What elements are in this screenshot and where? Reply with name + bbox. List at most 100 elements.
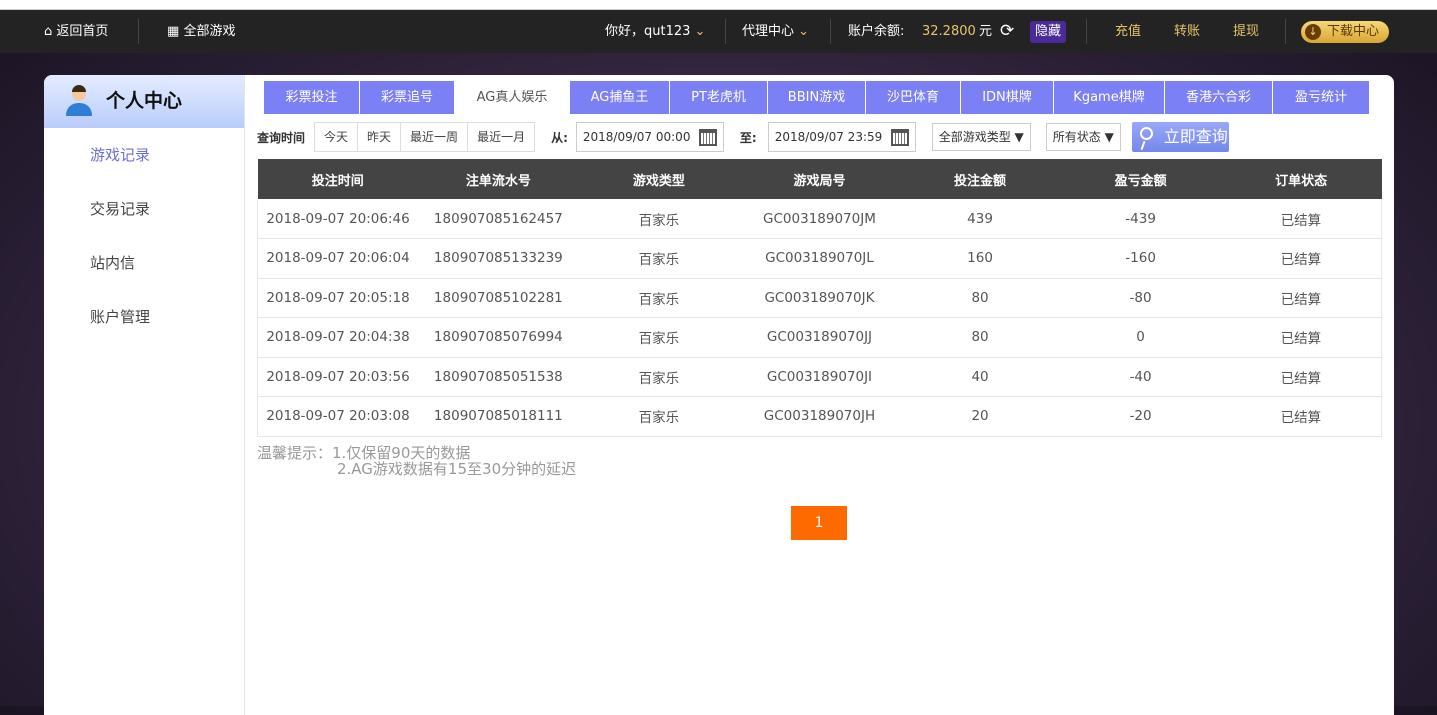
yesterday-button[interactable]: 昨天 xyxy=(357,122,402,152)
tip-line: 温馨提示：1.仅保留90天的数据 xyxy=(257,444,471,462)
column-header: 订单状态 xyxy=(1220,159,1382,199)
column-header: 盈亏金额 xyxy=(1060,159,1221,199)
game-tabs: 彩票投注 彩票追号 AG真人娱乐 AG捕鱼王 PT老虎机 BBIN游戏 沙巴体育… xyxy=(264,81,1370,114)
agent-menu[interactable]: 代理中心 ⌄ xyxy=(742,10,809,53)
column-header: 注单流水号 xyxy=(418,159,579,199)
tab-profit-stats[interactable]: 盈亏统计 xyxy=(1273,81,1369,114)
query-filter: 查询时间 今天 昨天 最近一周 最近一月 从: 2018/09/07 00:00… xyxy=(257,122,1229,152)
sidebar-item-game-records[interactable]: 游戏记录 xyxy=(44,128,244,182)
calendar-icon[interactable] xyxy=(698,129,717,146)
to-label: 至: xyxy=(739,130,757,145)
table-row: 2018-09-07 20:05:18 180907085102281 百家乐 GC0… xyxy=(257,278,1382,318)
tab-bbin[interactable]: BBIN游戏 xyxy=(768,81,865,114)
table-cell: GC003189070JI xyxy=(739,357,900,397)
table-cell: 20 xyxy=(899,396,1061,437)
table-cell: GC003189070JK xyxy=(739,278,900,318)
home-icon: ⌂ xyxy=(44,24,53,39)
download-center-button[interactable]: ↓ 下载中心 xyxy=(1301,21,1390,43)
search-icon xyxy=(1139,127,1153,140)
page-1-button[interactable]: 1 xyxy=(791,506,847,540)
last-week-button[interactable]: 最近一周 xyxy=(400,122,469,152)
today-button[interactable]: 今天 xyxy=(314,122,359,152)
table-cell: -20 xyxy=(1060,396,1221,437)
tab-lottery-bets[interactable]: 彩票投注 xyxy=(264,81,359,114)
tab-kgame-poker[interactable]: Kgame棋牌 xyxy=(1054,81,1164,114)
status-select[interactable]: 所有状态 ▼ xyxy=(1045,123,1121,151)
all-games-link[interactable]: ▦ 全部游戏 xyxy=(167,10,235,53)
deposit-link[interactable]: 充值 xyxy=(1115,10,1141,53)
sidebar-header: 个人中心 xyxy=(44,75,244,128)
balance-label: 账户余额: xyxy=(848,24,905,39)
tab-saba-sports[interactable]: 沙巴体育 xyxy=(866,81,960,114)
divider xyxy=(1285,19,1286,44)
divider xyxy=(138,19,139,44)
refresh-icon[interactable]: ⟳ xyxy=(1000,10,1014,53)
tab-pt-slots[interactable]: PT老虎机 xyxy=(670,81,767,114)
calendar-icon[interactable] xyxy=(890,129,909,146)
browser-strip xyxy=(0,0,1437,10)
search-button[interactable]: 立即查询 xyxy=(1131,122,1229,152)
balance-value: 32.2800 xyxy=(922,24,976,39)
chevron-down-icon: ⌄ xyxy=(798,24,810,39)
table-cell: 180907085133239 xyxy=(418,238,579,279)
to-date-input[interactable]: 2018/09/07 23:59 xyxy=(767,122,916,152)
table-cell: GC003189070JL xyxy=(739,238,900,279)
withdraw-link[interactable]: 提现 xyxy=(1233,10,1259,53)
table-cell: 已结算 xyxy=(1220,199,1382,239)
sidebar-item-transactions[interactable]: 交易记录 xyxy=(44,182,244,236)
table-cell: 百家乐 xyxy=(578,199,740,239)
table-cell: 2018-09-07 20:05:18 xyxy=(257,278,419,318)
table-cell: 百家乐 xyxy=(578,396,740,437)
table-cell: 180907085102281 xyxy=(418,278,579,318)
game-records-table: 投注时间 注单流水号 游戏类型 游戏局号 投注金额 盈亏金额 订单状态 2018-09-07… xyxy=(257,159,1382,437)
tab-idn-poker[interactable]: IDN棋牌 xyxy=(961,81,1053,114)
tab-ag-fishing[interactable]: AG捕鱼王 xyxy=(570,81,669,114)
table-cell: 2018-09-07 20:06:46 xyxy=(257,199,419,239)
download-icon: ↓ xyxy=(1305,24,1321,40)
table-cell: 180907085162457 xyxy=(418,199,579,239)
table-cell: 已结算 xyxy=(1220,317,1382,358)
table-cell: -160 xyxy=(1060,238,1221,279)
personal-center-panel: 个人中心 游戏记录 交易记录 站内信 账户管理 彩票投注 彩票追号 AG真人娱乐… xyxy=(44,75,1394,715)
sidebar-item-messages[interactable]: 站内信 xyxy=(44,236,244,290)
home-link[interactable]: ⌂ 返回首页 xyxy=(44,10,108,53)
table-cell: 80 xyxy=(899,278,1061,318)
table-row: 2018-09-07 20:06:46 180907085162457 百家乐 GC0… xyxy=(257,199,1382,239)
user-icon xyxy=(66,85,92,116)
table-cell: 2018-09-07 20:03:56 xyxy=(257,357,419,397)
game-type-select[interactable]: 全部游戏类型 ▼ xyxy=(931,123,1031,151)
tab-hk-mark-six[interactable]: 香港六合彩 xyxy=(1165,81,1272,114)
from-date-input[interactable]: 2018/09/07 00:00 xyxy=(575,122,724,152)
tab-lottery-chase[interactable]: 彩票追号 xyxy=(360,81,454,114)
table-cell: 已结算 xyxy=(1220,396,1382,437)
top-nav: ⌂ 返回首页 ▦ 全部游戏 你好，qut123 ⌄ 代理中心 ⌄ 账户余额: 3… xyxy=(0,10,1437,53)
column-header: 投注金额 xyxy=(899,159,1061,199)
table-cell: 160 xyxy=(899,238,1061,279)
tip-line: 2.AG游戏数据有15至30分钟的延迟 xyxy=(337,460,577,478)
table-cell: 180907085018111 xyxy=(418,396,579,437)
table-cell: 180907085076994 xyxy=(418,317,579,358)
table-cell: 已结算 xyxy=(1220,278,1382,318)
user-menu[interactable]: 你好，qut123 ⌄ xyxy=(605,10,705,53)
table-row: 2018-09-07 20:03:56 180907085051538 百家乐 GC0… xyxy=(257,357,1382,397)
table-row: 2018-09-07 20:06:04 180907085133239 百家乐 GC0… xyxy=(257,238,1382,279)
sidebar-item-account[interactable]: 账户管理 xyxy=(44,290,244,344)
query-time-label: 查询时间 xyxy=(257,130,306,145)
grid-icon: ▦ xyxy=(167,24,180,39)
last-month-button[interactable]: 最近一月 xyxy=(467,122,536,152)
table-cell: 439 xyxy=(899,199,1061,239)
chevron-down-icon: ⌄ xyxy=(694,24,706,39)
table-cell: GC003189070JH xyxy=(739,396,900,437)
transfer-link[interactable]: 转账 xyxy=(1174,10,1200,53)
currency: 元 xyxy=(979,24,993,39)
column-header: 游戏类型 xyxy=(578,159,740,199)
table-cell: 2018-09-07 20:06:04 xyxy=(257,238,419,279)
table-row: 2018-09-07 20:03:08 180907085018111 百家乐 GC0… xyxy=(257,396,1382,437)
table-cell: 百家乐 xyxy=(578,278,740,318)
divider xyxy=(725,19,726,44)
table-cell: -80 xyxy=(1060,278,1221,318)
sidebar: 个人中心 游戏记录 交易记录 站内信 账户管理 xyxy=(44,75,245,715)
hide-balance-button[interactable]: 隐藏 xyxy=(1030,21,1067,43)
table-cell: -439 xyxy=(1060,199,1221,239)
tab-ag-live[interactable]: AG真人娱乐 xyxy=(455,81,569,114)
